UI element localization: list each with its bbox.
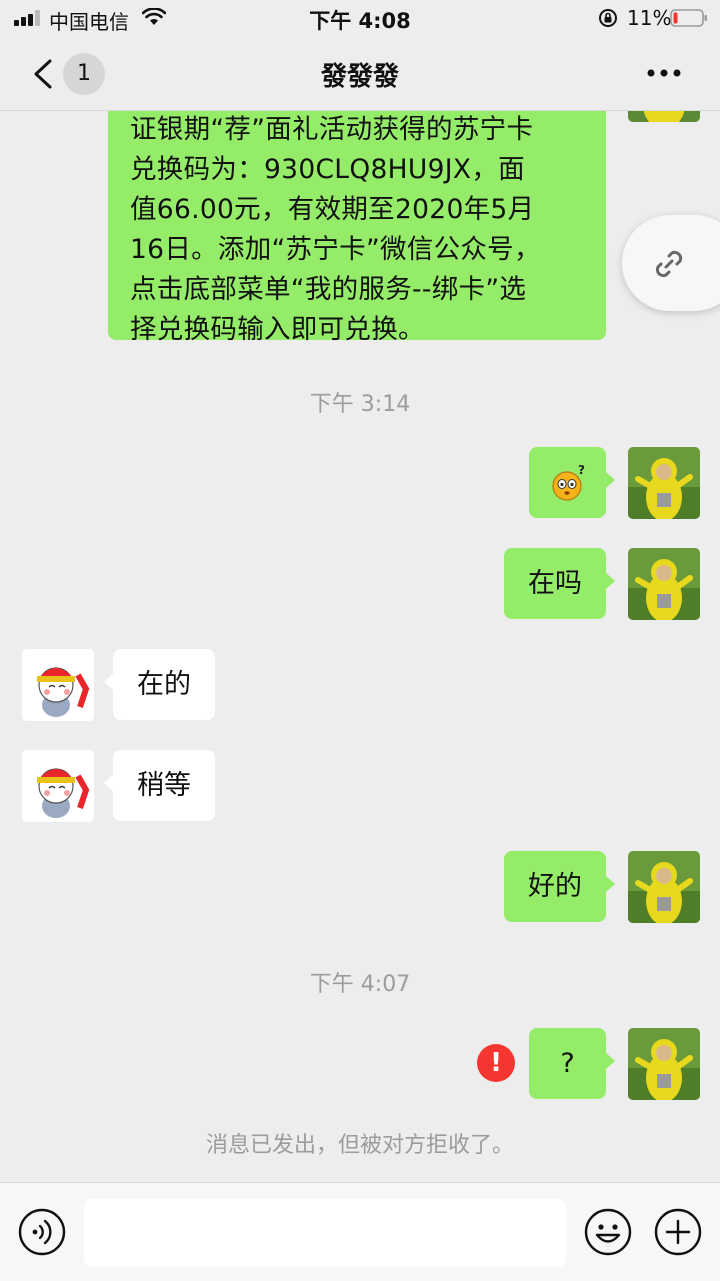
send-failed-icon[interactable]: ! [477,1044,515,1082]
message-line: 16日。添加“苏宁卡”微信公众号， [130,234,541,265]
message-bubble-outgoing[interactable]: 在吗 [504,548,615,619]
floating-link-button[interactable] [622,215,720,311]
message-bubble-outgoing[interactable]: ? [529,1028,615,1099]
my-avatar[interactable] [628,851,700,923]
message-text: 在吗 [528,568,582,599]
message-line: 择兑换码输入即可兑换。 [130,314,425,345]
status-bar: 中国电信 下午 4:08 11% [0,0,720,38]
input-bar [0,1182,720,1281]
plus-icon[interactable] [654,1208,702,1256]
rotation-lock-icon [599,9,617,27]
emoji-icon[interactable] [584,1208,632,1256]
chat-title: 發發發 [320,62,399,92]
system-notice: 消息已发出，但被对方拒收了。 [205,1133,514,1158]
message-line: 值66.00元，有效期至2020年5月 [130,194,535,225]
timestamp: 下午 4:07 [309,972,411,997]
voice-input-icon[interactable] [18,1208,66,1256]
message-bubble-incoming[interactable]: 在的 [104,649,215,720]
message-bubble-outgoing[interactable]: 好的 [504,851,615,922]
chat-header: 1 發發發 [0,38,720,111]
battery-percent: 11% [627,6,672,30]
message-bubble-outgoing[interactable]: 证银期“荐”面礼活动获得的苏宁卡 兑换码为：930CLQ8HU9JX，面 值66… [108,110,606,345]
message-list[interactable]: 证银期“荐”面礼活动获得的苏宁卡 兑换码为：930CLQ8HU9JX，面 值66… [0,110,720,1182]
message-line: 兑换码为：930CLQ8HU9JX，面 [130,154,525,185]
more-options-icon[interactable] [646,68,682,78]
svg-text:?: ? [578,464,585,477]
message-text: 在的 [137,669,191,700]
message-text: 好的 [528,871,582,902]
message-bubble-outgoing[interactable]: ? [529,447,615,518]
message-line: 证银期“荐”面礼活动获得的苏宁卡 [130,114,534,145]
message-line: 点击底部菜单“我的服务--绑卡”选 [130,274,527,305]
message-text: 稍等 [137,770,191,801]
timestamp: 下午 3:14 [309,392,411,417]
message-bubble-incoming[interactable]: 稍等 [104,750,215,821]
battery-icon [670,9,707,27]
contact-avatar[interactable] [22,750,94,822]
link-icon [655,250,683,278]
message-input[interactable] [84,1199,566,1267]
confused-face-emoji-icon: ? [552,464,585,501]
my-avatar[interactable] [628,447,700,519]
my-avatar[interactable] [628,548,700,620]
my-avatar[interactable] [628,110,700,122]
contact-avatar[interactable] [22,649,94,721]
my-avatar[interactable] [628,1028,700,1100]
message-text: ? [560,1048,575,1079]
